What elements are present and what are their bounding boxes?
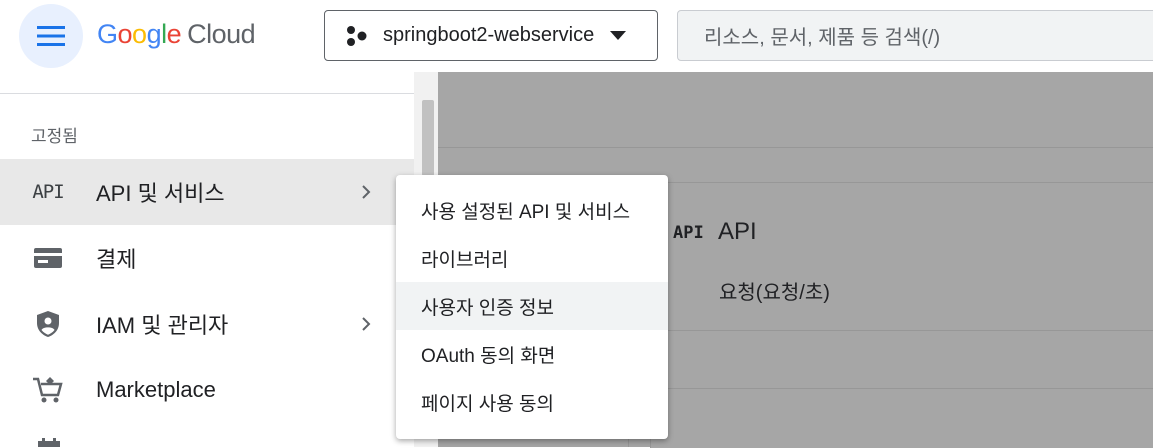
chevron-right-icon [362, 317, 371, 331]
submenu-item-library[interactable]: 라이브러리 [396, 234, 668, 282]
google-cloud-logo[interactable]: Google Cloud [97, 19, 256, 50]
shield-person-icon [37, 311, 59, 337]
card-subtitle: 요청(요청/초) [719, 282, 830, 304]
logo-google-text: Google [97, 19, 182, 49]
submenu-item-label: 사용자 인증 정보 [421, 297, 554, 319]
divider [438, 147, 1153, 148]
submenu-item-label: 페이지 사용 동의 [421, 393, 554, 415]
submenu-item-label: 사용 설정된 API 및 서비스 [421, 201, 631, 223]
submenu-item-oauth-consent[interactable]: OAuth 동의 화면 [396, 330, 668, 378]
logo-cloud-text: Cloud [187, 19, 256, 49]
api-icon: API [673, 223, 704, 243]
project-selector[interactable]: springboot2-webservice [324, 10, 658, 61]
sidebar-item-label: 결제 [96, 247, 137, 272]
hamburger-menu-icon [37, 26, 65, 46]
api-services-submenu: 사용 설정된 API 및 서비스 라이브러리 사용자 인증 정보 OAuth 동… [396, 175, 668, 439]
project-hexagon-icon [347, 25, 367, 46]
sidebar-item-label: Marketplace [96, 377, 216, 402]
billing-card-icon [34, 248, 62, 268]
partial-icon [38, 438, 60, 447]
search-placeholder: 리소스, 문서, 제품 등 검색(/) [704, 27, 941, 49]
main-menu-button[interactable] [19, 4, 83, 68]
divider [651, 388, 1153, 389]
project-name: springboot2-webservice [383, 24, 595, 46]
chevron-down-icon [610, 31, 627, 40]
api-icon: API [32, 181, 64, 203]
sidebar-item-label: API 및 서비스 [96, 181, 225, 206]
chevron-right-icon [362, 185, 371, 199]
divider [0, 93, 414, 94]
search-input[interactable]: 리소스, 문서, 제품 등 검색(/) [677, 10, 1153, 61]
submenu-item-enabled-apis[interactable]: 사용 설정된 API 및 서비스 [396, 186, 668, 234]
sidebar-item-iam-admin[interactable]: IAM 및 관리자 [0, 291, 414, 357]
divider [651, 330, 1153, 331]
top-bar: Google Cloud springboot2-webservice 리소스, … [0, 0, 1153, 72]
submenu-item-credentials[interactable]: 사용자 인증 정보 [396, 282, 668, 330]
sidebar-item-api-services[interactable]: API API 및 서비스 [0, 159, 414, 225]
cart-icon [33, 377, 63, 403]
sidebar-item-billing[interactable]: 결제 [0, 225, 414, 291]
navigation-sidebar: 고정됨 API API 및 서비스 결제 IAM 및 관리자 Marketpla… [0, 72, 438, 447]
pinned-section-label: 고정됨 [31, 127, 78, 146]
submenu-item-label: 라이브러리 [421, 249, 509, 271]
sidebar-item-label: IAM 및 관리자 [96, 313, 229, 338]
card-title: API [718, 218, 757, 245]
submenu-item-page-usage-agreement[interactable]: 페이지 사용 동의 [396, 378, 668, 426]
submenu-item-label: OAuth 동의 화면 [421, 345, 556, 367]
scrollbar-thumb[interactable] [422, 100, 434, 176]
api-metrics-card: API API 요청(요청/초) [650, 182, 1153, 448]
sidebar-item-marketplace[interactable]: Marketplace [0, 357, 414, 423]
